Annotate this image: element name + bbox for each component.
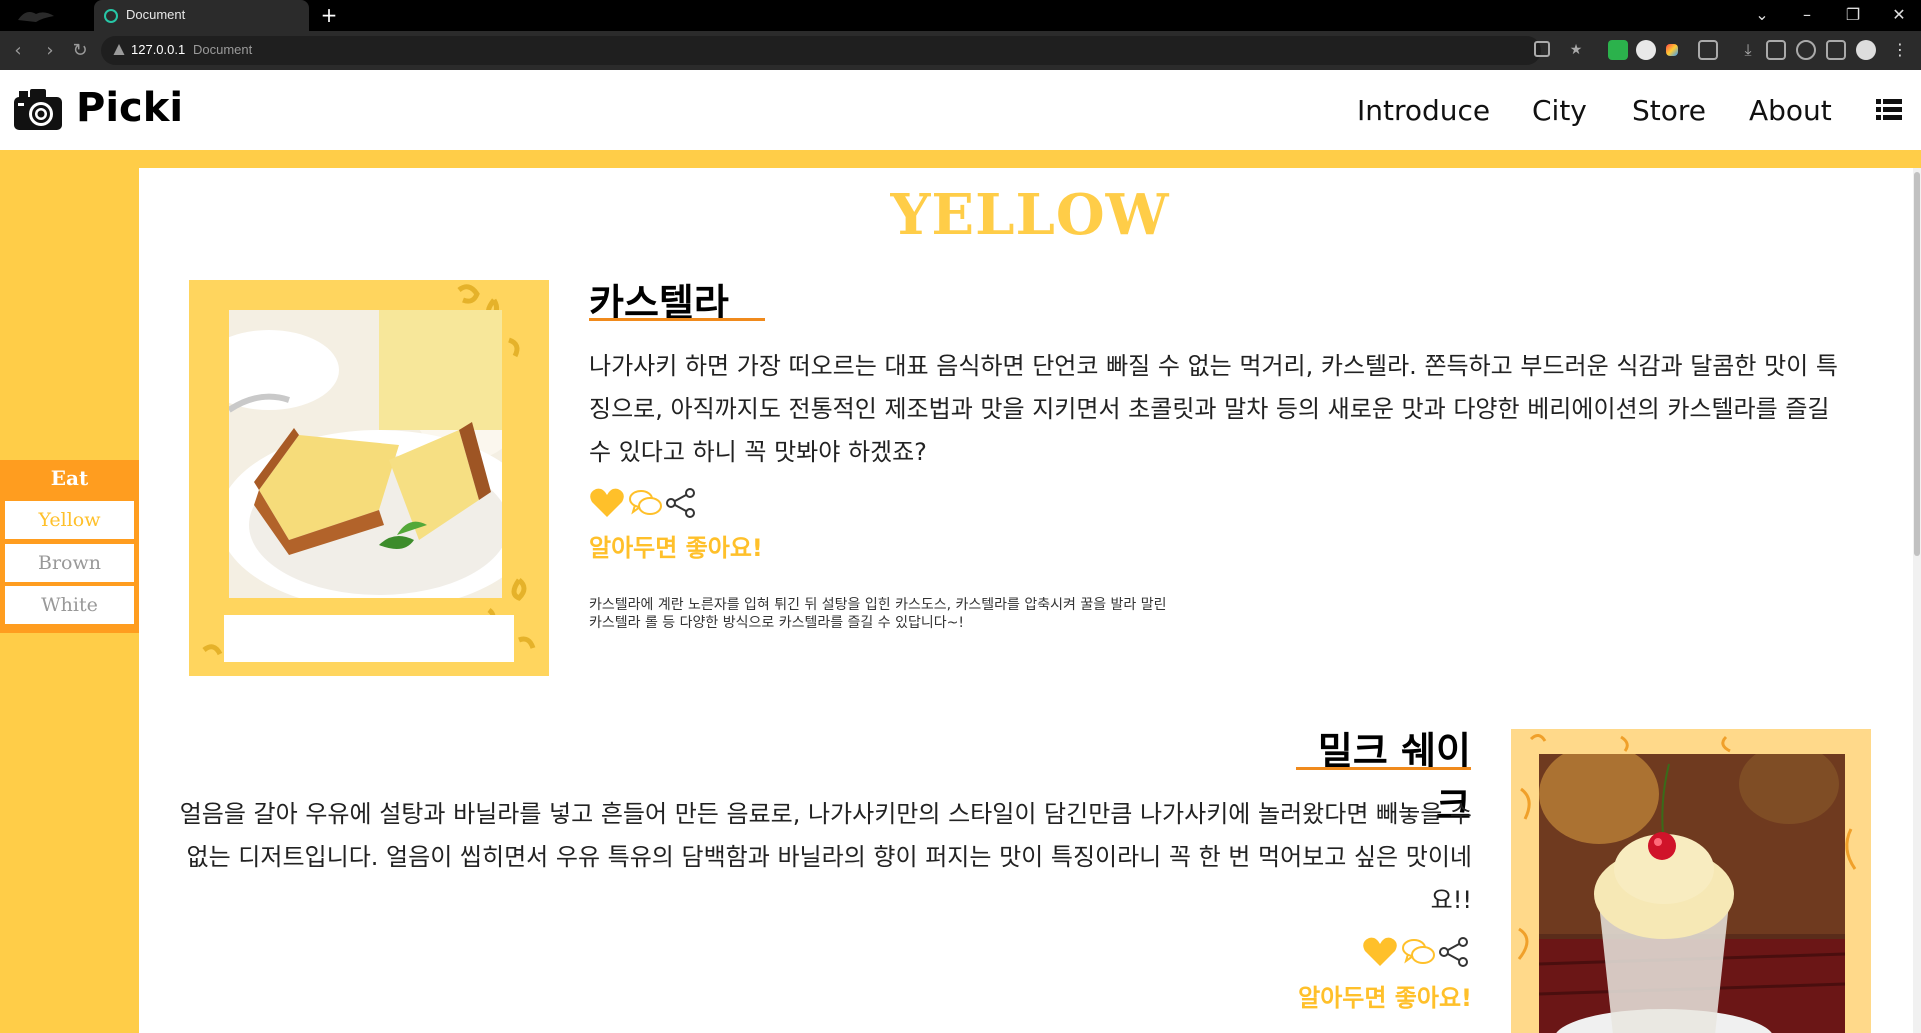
bookmark-icon[interactable]: ★ <box>1568 42 1584 58</box>
site-logo-text[interactable]: Picki <box>76 85 183 131</box>
download-icon[interactable]: ⤓ <box>1738 40 1758 60</box>
castella-tip-line-1: 카스텔라에 계란 노른자를 입혀 튀긴 뒤 설탕을 입힌 카스도스, 카스텔라를… <box>589 597 1167 613</box>
scrollbar-thumb[interactable] <box>1914 172 1920 556</box>
milkshake-description: 얼음을 갈아 우유에 설탕과 바닐라를 넣고 흔들어 만든 음료로, 나가사키만… <box>179 800 1472 914</box>
tab-search-icon[interactable]: ⌄ <box>1747 4 1777 26</box>
nav-store[interactable]: Store <box>1632 94 1706 127</box>
screenshot-icon[interactable] <box>1796 40 1816 60</box>
castella-title-underline <box>589 318 765 321</box>
reload-icon[interactable]: ↻ <box>68 39 92 63</box>
share-icon[interactable] <box>665 487 697 519</box>
close-window-button[interactable]: ✕ <box>1884 4 1914 26</box>
milkshake-image-frame <box>1511 729 1871 1033</box>
castella-tip-heading: 알아두면 좋아요! <box>589 534 763 562</box>
milkshake-title-underline <box>1296 767 1471 770</box>
chat-icon[interactable] <box>629 487 663 519</box>
url-page-title: Document <box>193 42 253 57</box>
page-scrollbar[interactable] <box>1913 168 1921 1033</box>
side-item-yellow[interactable]: Yellow <box>5 501 134 539</box>
castella-tip-text: 카스텔라에 계란 노른자를 입혀 튀긴 뒤 설탕을 입힌 카스도스, 카스텔라를… <box>589 596 1249 632</box>
more-menu-icon[interactable]: ⋮ <box>1890 40 1910 60</box>
puzzle-extension-icon[interactable] <box>1698 40 1718 60</box>
url-host: 127.0.0.1 <box>131 42 186 57</box>
camera-icon[interactable] <box>12 88 64 132</box>
menu-list-icon[interactable] <box>1876 98 1902 120</box>
back-icon[interactable]: ‹ <box>6 39 30 63</box>
cast-icon[interactable] <box>1766 40 1786 60</box>
minimize-button[interactable]: – <box>1792 4 1822 26</box>
sidebar-icon[interactable] <box>1826 40 1846 60</box>
heart-icon[interactable] <box>589 487 625 519</box>
site-header: Picki Introduce City Store About <box>0 70 1921 150</box>
address-bar[interactable]: 127.0.0.1 Document <box>101 36 1541 65</box>
castella-caption-box <box>224 615 514 662</box>
milkshake-action-icons <box>1362 934 1472 968</box>
castella-tip-line-2: 카스텔라 롤 등 다양한 방식으로 카스텔라를 즐길 수 있답니다~! <box>589 615 964 631</box>
castella-image-frame <box>189 280 549 676</box>
browser-toolbar: ‹ › ↻ 127.0.0.1 Document ★ ⤓ ⋮ <box>0 31 1921 70</box>
side-menu-title: Eat <box>50 466 89 490</box>
milkshake-tip-heading: 알아두면 좋아요! <box>1298 984 1472 1012</box>
shield-extension-icon[interactable] <box>1608 40 1628 60</box>
color-extension-icon[interactable] <box>1666 44 1678 56</box>
castella-action-icons <box>589 485 699 519</box>
heart-icon[interactable] <box>1362 936 1398 968</box>
top-yellow-band <box>0 150 1921 168</box>
share-page-icon[interactable] <box>1534 41 1550 57</box>
chat-icon[interactable] <box>1402 936 1436 968</box>
castella-description: 나가사키 하면 가장 떠오르는 대표 음식하면 단언코 빠질 수 없는 먹거리,… <box>589 352 1838 466</box>
translate-extension-icon[interactable] <box>1636 40 1656 60</box>
side-item-brown[interactable]: Brown <box>5 544 134 582</box>
warning-icon <box>113 44 125 55</box>
bird-icon <box>10 6 70 26</box>
tab-favicon-icon <box>104 9 118 23</box>
profile-avatar[interactable] <box>1856 40 1876 60</box>
page-title: YELLOW <box>890 182 1170 248</box>
castella-photo <box>229 310 502 598</box>
restore-button[interactable]: ❐ <box>1838 4 1868 26</box>
milkshake-photo <box>1539 754 1845 1033</box>
side-category-menu: Eat Yellow Brown White <box>0 460 139 633</box>
new-tab-button[interactable]: + <box>318 4 340 26</box>
nav-city[interactable]: City <box>1532 94 1587 127</box>
browser-tab[interactable]: Document <box>94 0 309 31</box>
share-icon[interactable] <box>1438 936 1470 968</box>
side-item-white[interactable]: White <box>5 586 134 624</box>
nav-about[interactable]: About <box>1749 94 1832 127</box>
tab-title: Document <box>126 7 186 22</box>
nav-introduce[interactable]: Introduce <box>1357 94 1490 127</box>
forward-icon[interactable]: › <box>38 39 62 63</box>
browser-tab-bar: Document + ⌄ – ❐ ✕ <box>0 0 1921 31</box>
